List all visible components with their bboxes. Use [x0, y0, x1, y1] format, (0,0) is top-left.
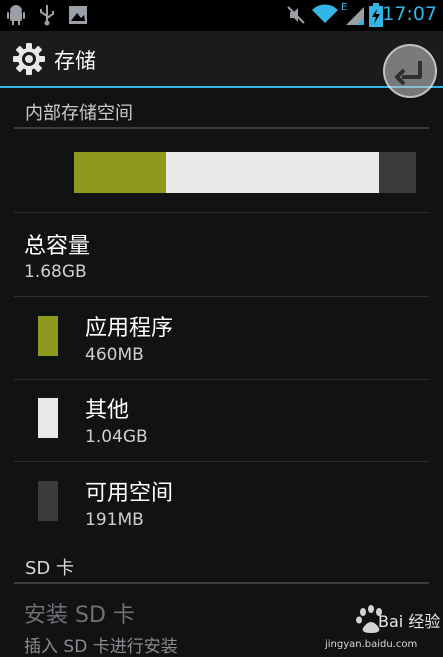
- watermark-brand: Bai 经验: [378, 612, 441, 631]
- battery-charging-icon: [369, 3, 383, 27]
- usage-bar-free-segment: [379, 152, 416, 193]
- status-bar: E 17:07: [0, 0, 443, 31]
- back-arrow-icon: [395, 61, 422, 85]
- section-divider: [14, 582, 429, 584]
- back-button[interactable]: [383, 44, 437, 98]
- gallery-notification-icon: [69, 6, 87, 24]
- section-divider: [14, 127, 429, 129]
- install-sd-card-hint: 插入 SD 卡进行安装: [24, 637, 178, 657]
- storage-item-label: 可用空间: [85, 481, 174, 506]
- screen: E 17:07 存储 内部存储空间 总容量 1.68GB 应用程序 460MB …: [0, 0, 443, 657]
- signal-icon: [346, 7, 364, 25]
- apps-color-swatch: [38, 316, 58, 356]
- total-capacity-value: 1.68GB: [24, 262, 87, 282]
- sd-card-header: SD 卡: [25, 558, 75, 579]
- usage-bar-apps-segment: [74, 152, 166, 193]
- install-sd-card-title: 安装 SD 卡: [24, 603, 135, 628]
- storage-item-label: 应用程序: [85, 316, 174, 341]
- android-debug-icon: [7, 5, 25, 25]
- usb-icon: [40, 5, 54, 26]
- storage-usage-bar: [74, 152, 416, 193]
- internal-storage-header: 内部存储空间: [25, 103, 133, 124]
- storage-item-value: 460MB: [85, 345, 144, 365]
- free-color-swatch: [38, 481, 58, 521]
- other-color-swatch: [38, 398, 58, 438]
- gear-icon: [13, 43, 45, 75]
- divider: [14, 212, 429, 213]
- watermark-url: jingyan.baidu.com: [325, 639, 418, 650]
- divider: [14, 379, 429, 380]
- divider: [14, 296, 429, 297]
- storage-item-label: 其他: [85, 398, 130, 423]
- page-title: 存储: [54, 49, 96, 73]
- total-capacity-label: 总容量: [24, 234, 91, 259]
- action-bar: 存储: [0, 31, 443, 88]
- wifi-icon: [312, 4, 338, 23]
- mute-icon: [287, 6, 305, 24]
- usage-bar-other-segment: [165, 152, 380, 193]
- storage-item-value: 1.04GB: [85, 427, 148, 447]
- divider: [14, 461, 429, 462]
- storage-item-value: 191MB: [85, 510, 144, 530]
- status-time: 17:07: [382, 3, 437, 25]
